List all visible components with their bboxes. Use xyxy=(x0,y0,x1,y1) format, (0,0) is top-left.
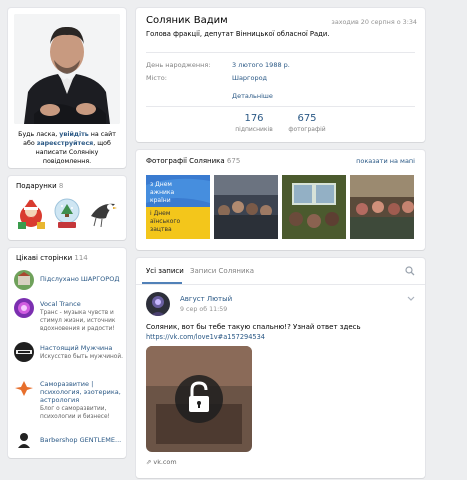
post-author-avatar[interactable] xyxy=(146,292,170,316)
login-link[interactable]: увійдіть xyxy=(59,131,89,138)
interesting-pages-card: Цікаві сторінки 114 Підслухано ШАРГОРОД … xyxy=(8,248,126,458)
divider xyxy=(136,284,425,285)
list-item[interactable]: Підслухано ШАРГОРОД xyxy=(14,270,122,294)
avatar-card: Будь ласка, увійдіть на сайт або зареєст… xyxy=(8,8,126,168)
login-note-text: Будь ласка, xyxy=(18,131,60,138)
wall-card: Усі записи Записи Соляника Август Лютый … xyxy=(136,258,425,478)
list-item[interactable]: Barbershop GENTLEME... xyxy=(14,430,122,452)
photos-label: фотографій xyxy=(288,126,326,133)
tab-all-posts[interactable]: Усі записи xyxy=(146,267,184,275)
banner-line: зацтва xyxy=(150,226,172,233)
photos-card: Фотографії Соляника 675 показати на мапі… xyxy=(136,150,425,250)
page-name[interactable]: Vocal Trance xyxy=(40,300,124,308)
photo-thumb-4[interactable] xyxy=(350,175,414,239)
page-avatar[interactable] xyxy=(14,270,34,290)
search-icon[interactable] xyxy=(405,266,415,276)
gifts-count: 8 xyxy=(58,182,64,190)
banner-line: аїнського xyxy=(150,218,181,225)
photo-thumb-2[interactable] xyxy=(214,175,278,239)
gifts-title: Подарунки xyxy=(16,182,57,190)
photo-thumb-1[interactable]: з Днем ажника країни і Днем аїнського за… xyxy=(146,175,210,239)
photos-header[interactable]: Фотографії Соляника 675 xyxy=(146,157,240,165)
city-label: Місто: xyxy=(146,74,167,82)
profile-name: Соляник Вадим xyxy=(146,15,228,26)
banner-line: і Днем xyxy=(150,210,170,217)
post-source-label: vk.com xyxy=(153,458,177,466)
city-value[interactable]: Шаргород xyxy=(232,74,267,82)
post-author-name[interactable]: Август Лютый xyxy=(180,295,232,303)
gifts-card: Подарунки 8 xyxy=(8,176,126,240)
page-description: Искусство быть мужчиной. xyxy=(40,354,123,360)
divider xyxy=(146,52,415,53)
photos-counter[interactable]: 675 фотографій xyxy=(272,113,342,133)
photos-title: Фотографії Соляника xyxy=(146,157,225,165)
register-link[interactable]: зареєструйтеся xyxy=(37,140,94,147)
page-description: Транс - музыка чувств и стимул жизни, ис… xyxy=(40,310,116,332)
details-link[interactable]: Детальніше xyxy=(232,92,273,100)
divider xyxy=(146,106,415,107)
page-name[interactable]: Підслухано ШАРГОРОД xyxy=(40,275,124,283)
page-name[interactable]: Саморазвитие | психология, эзотерика, ас… xyxy=(40,380,124,404)
birthday-value[interactable]: 3 лютого 1988 р. xyxy=(232,61,290,69)
list-item[interactable]: Vocal Trance Транс - музыка чувств и сти… xyxy=(14,298,122,342)
photos-count: 675 xyxy=(297,113,317,124)
gift-snow-globe[interactable] xyxy=(52,196,82,230)
banner-line: з Днем xyxy=(150,181,172,188)
profile-status: Голова фракції, депутат Вінницької облас… xyxy=(146,30,330,38)
post-link[interactable]: https://vk.com/love1v#a157294534 xyxy=(146,333,265,341)
page-avatar[interactable] xyxy=(14,342,34,362)
page-avatar[interactable] xyxy=(14,430,34,450)
post-image[interactable] xyxy=(146,346,252,452)
list-item[interactable]: Саморазвитие | психология, эзотерика, ас… xyxy=(14,378,122,420)
banner-line: ажника xyxy=(150,189,175,196)
page-name[interactable]: Barbershop GENTLEME... xyxy=(40,436,124,444)
gifts-header[interactable]: Подарунки 8 xyxy=(16,182,63,190)
pages-header[interactable]: Цікаві сторінки 114 xyxy=(16,254,88,262)
pages-title: Цікаві сторінки xyxy=(16,254,73,262)
tab-owner-posts[interactable]: Записи Соляника xyxy=(190,267,254,275)
list-item[interactable]: Настоящий Мужчина Искусство быть мужчино… xyxy=(14,342,124,372)
photos-count-badge: 675 xyxy=(226,157,241,165)
banner-line: країни xyxy=(150,197,171,204)
chevron-down-icon[interactable] xyxy=(407,296,415,302)
gift-santa[interactable] xyxy=(16,196,46,230)
post-source[interactable]: ⇗ vk.com xyxy=(146,458,177,466)
page-description: Блог о саморазвитии, психологии и бизнес… xyxy=(40,406,110,420)
login-note: Будь ласка, увійдіть на сайт або зареєст… xyxy=(16,130,118,166)
photo-thumb-3[interactable] xyxy=(282,175,346,239)
page-name[interactable]: Настоящий Мужчина xyxy=(40,344,124,352)
post-text: Соляник, вот бы тебе такую спальню!? Узн… xyxy=(146,323,361,331)
profile-card: Соляник Вадим Голова фракції, депутат Ві… xyxy=(136,8,425,142)
gift-bird[interactable] xyxy=(88,196,118,230)
last-seen: заходив 20 серпня о 3:34 xyxy=(331,18,417,26)
page-avatar[interactable] xyxy=(14,378,34,398)
show-on-map-link[interactable]: показати на мапі xyxy=(356,157,415,165)
post-date[interactable]: 9 сер об 11:59 xyxy=(180,306,227,313)
profile-avatar[interactable] xyxy=(14,14,120,124)
birthday-label: День народження: xyxy=(146,61,211,69)
page-avatar[interactable] xyxy=(14,298,34,318)
share-icon: ⇗ xyxy=(146,458,152,466)
pages-count: 114 xyxy=(74,254,88,262)
